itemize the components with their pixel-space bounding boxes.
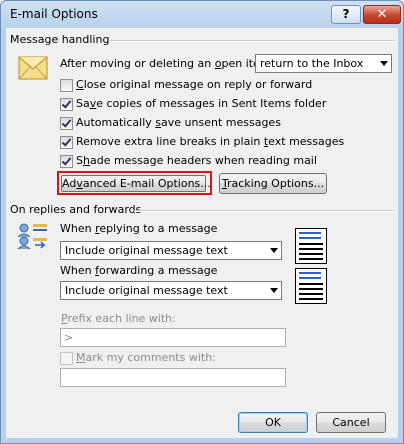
tracking-options-button[interactable]: Tracking Options...: [219, 173, 327, 194]
chevron-down-icon: [270, 248, 278, 253]
chevron-down-icon: [270, 288, 278, 293]
forward-preview-icon: [295, 268, 327, 304]
dialog-body: Message handling After moving or deletin…: [6, 28, 398, 438]
reply-mode-value: Include original message text: [65, 244, 228, 257]
mark-comments-checkbox[interactable]: [60, 352, 73, 365]
help-icon: ?: [342, 7, 350, 21]
autosave-label: Automatically save unsent messages: [76, 116, 281, 129]
forward-mode-select[interactable]: Include original message text: [60, 281, 282, 300]
replies-forwards-title: On replies and forwards: [10, 203, 142, 216]
close-original-checkbox[interactable]: [60, 79, 73, 92]
replying-label: When replying to a message: [60, 222, 218, 235]
save-copies-checkbox[interactable]: [60, 98, 73, 111]
remove-line-breaks-checkbox[interactable]: [60, 136, 73, 149]
prefix-input[interactable]: >: [60, 328, 286, 347]
title-bar[interactable]: E-mail Options ? ✕: [1, 1, 403, 27]
help-button[interactable]: ?: [331, 5, 361, 24]
envelope-icon: [18, 56, 48, 80]
prefix-value: >: [64, 331, 74, 344]
close-icon: ✕: [376, 7, 388, 22]
after-moving-label: After moving or deleting an open item:: [60, 57, 275, 70]
autosave-checkbox[interactable]: [60, 117, 73, 130]
divider: [110, 40, 394, 42]
chevron-down-icon: [380, 61, 388, 66]
forward-mode-value: Include original message text: [65, 284, 228, 297]
reply-mode-select[interactable]: Include original message text: [60, 241, 282, 260]
close-original-label: Close original message on reply or forwa…: [76, 78, 313, 91]
reply-preview-icon: [295, 228, 327, 264]
divider: [134, 210, 394, 212]
after-moving-value: return to the Inbox: [260, 57, 364, 70]
ok-button[interactable]: OK: [238, 412, 308, 433]
shade-headers-label: Shade message headers when reading mail: [76, 154, 317, 167]
cancel-button[interactable]: Cancel: [316, 412, 386, 433]
after-moving-select[interactable]: return to the Inbox: [255, 54, 392, 73]
reply-forward-icon: [17, 223, 47, 250]
email-options-dialog: E-mail Options ? ✕ Message handling Afte…: [0, 0, 404, 444]
window-title: E-mail Options: [10, 7, 98, 21]
message-handling-title: Message handling: [10, 33, 110, 46]
remove-line-breaks-label: Remove extra line breaks in plain text m…: [76, 135, 345, 148]
shade-headers-checkbox[interactable]: [60, 155, 73, 168]
save-copies-label: Save copies of messages in Sent Items fo…: [76, 97, 327, 110]
mark-comments-input[interactable]: [60, 368, 286, 387]
advanced-email-options-button[interactable]: Advanced E-mail Options...: [61, 175, 211, 192]
close-button[interactable]: ✕: [363, 5, 401, 24]
mark-comments-label: Mark my comments with:: [76, 351, 216, 364]
forwarding-label: When forwarding a message: [60, 264, 218, 277]
prefix-label: Prefix each line with:: [61, 312, 176, 325]
